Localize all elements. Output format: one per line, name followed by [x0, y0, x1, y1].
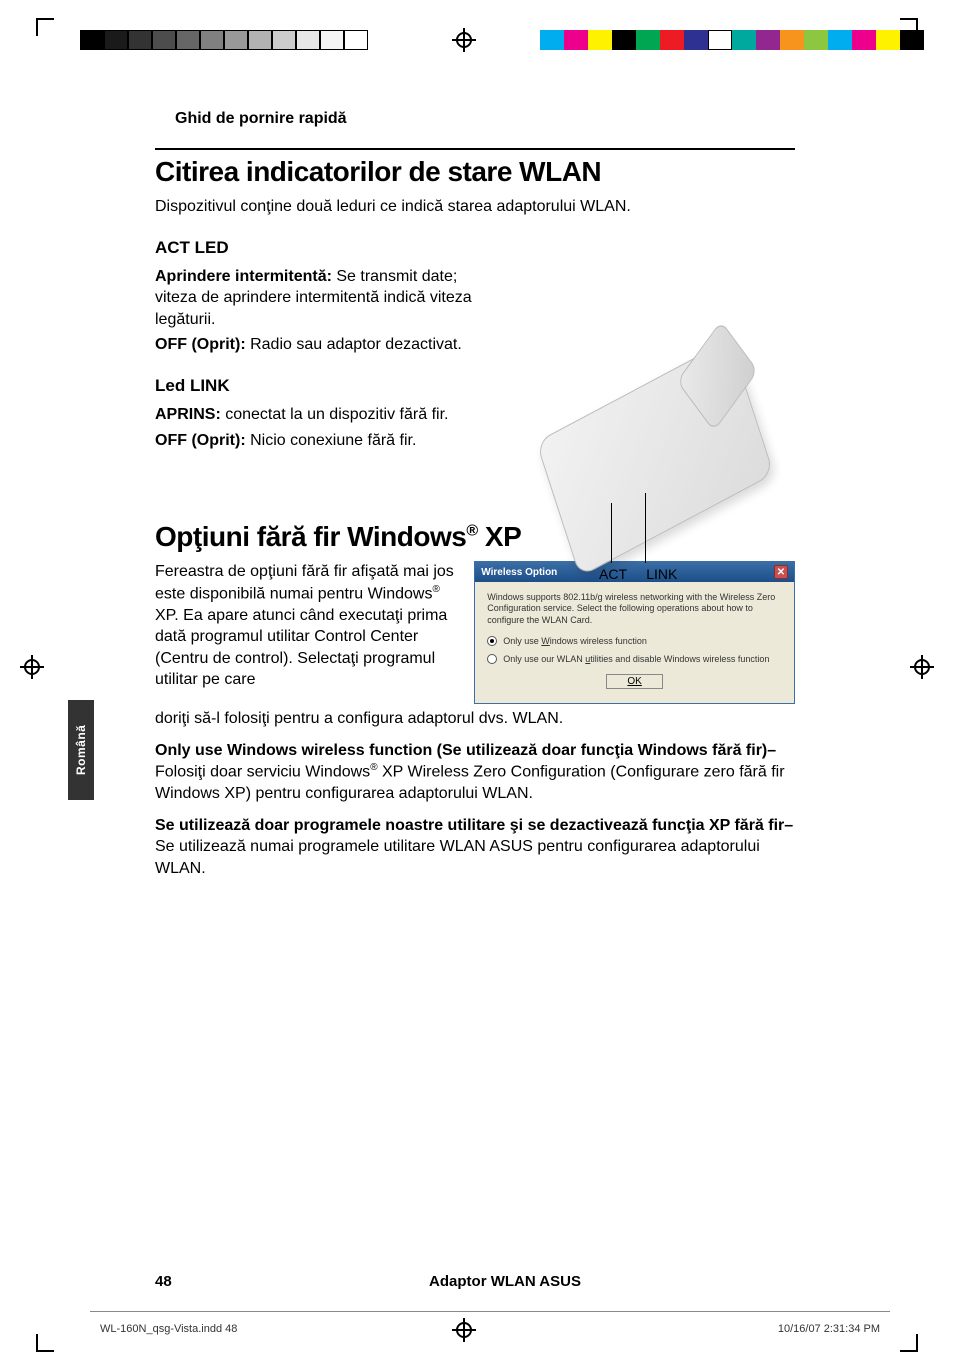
language-tab: Română [68, 700, 94, 800]
slug-timestamp: 10/16/07 2:31:34 PM [778, 1323, 880, 1335]
crop-mark-br [894, 1328, 918, 1352]
label-link: LINK [646, 566, 677, 582]
registration-mark-top [452, 28, 476, 52]
section-intro: Dispozitivul conţine două leduri ce indi… [155, 196, 795, 218]
section-rule [155, 148, 795, 150]
link-off-label: OFF (Oprit): [155, 432, 250, 449]
act-led-heading: ACT LED [155, 238, 500, 258]
grayscale-bar [80, 30, 368, 50]
slug-rule [90, 1311, 890, 1312]
registration-mark-bottom [452, 1318, 476, 1342]
radio-windows-wireless[interactable]: Only use Windows wireless function [487, 636, 782, 646]
footer-title: Adaptor WLAN ASUS [215, 1273, 795, 1290]
link-led-heading: Led LINK [155, 376, 500, 396]
link-on-label: APRINS: [155, 406, 225, 423]
radio-wlan-utilities[interactable]: Only use our WLAN utilities and disable … [487, 654, 782, 664]
option-windows-only: Only use Windows wireless function (Se u… [155, 740, 795, 805]
act-off-label: OFF (Oprit): [155, 336, 250, 353]
link-on-text: conectat la un dispozitiv fără fir. [225, 406, 448, 423]
page-content: Ghid de pornire rapidă Citirea indicator… [155, 110, 795, 879]
registration-mark-right [910, 655, 934, 679]
registration-mark-left [20, 655, 44, 679]
label-act: ACT [599, 566, 627, 582]
crop-mark-tl [36, 18, 60, 42]
xp-intro-continued: doriţi să-l folosiţi pentru a configura … [155, 708, 795, 730]
crop-mark-tr [894, 18, 918, 42]
section-title-wlan-status: Citirea indicatorilor de stare WLAN [155, 156, 795, 188]
radio-icon [487, 636, 497, 646]
page-footer: 48 Adaptor WLAN ASUS [155, 1273, 795, 1290]
xp-intro-paragraph: Fereastra de opţiuni fără fir afişată ma… [155, 561, 456, 704]
link-off-text: Nicio conexiune fără fir. [250, 432, 416, 449]
option-asus-utilities: Se utilizează doar programele noastre ut… [155, 815, 795, 880]
crop-mark-bl [36, 1328, 60, 1352]
color-bar [540, 30, 924, 50]
slug-filename: WL-160N_qsg-Vista.indd 48 [100, 1323, 237, 1335]
act-blink-label: Aprindere intermitentă: [155, 268, 336, 285]
running-header: Ghid de pornire rapidă [175, 110, 795, 128]
act-off-text: Radio sau adaptor dezactivat. [250, 336, 462, 353]
page-number: 48 [155, 1273, 215, 1290]
slug-line: WL-160N_qsg-Vista.indd 48 10/16/07 2:31:… [100, 1323, 880, 1335]
ok-button[interactable]: OK [606, 674, 662, 689]
act-led-block: ACT LED Aprindere intermitentă: Se trans… [155, 238, 500, 452]
radio-icon [487, 654, 497, 664]
device-illustration: ACT LINK [535, 388, 785, 608]
